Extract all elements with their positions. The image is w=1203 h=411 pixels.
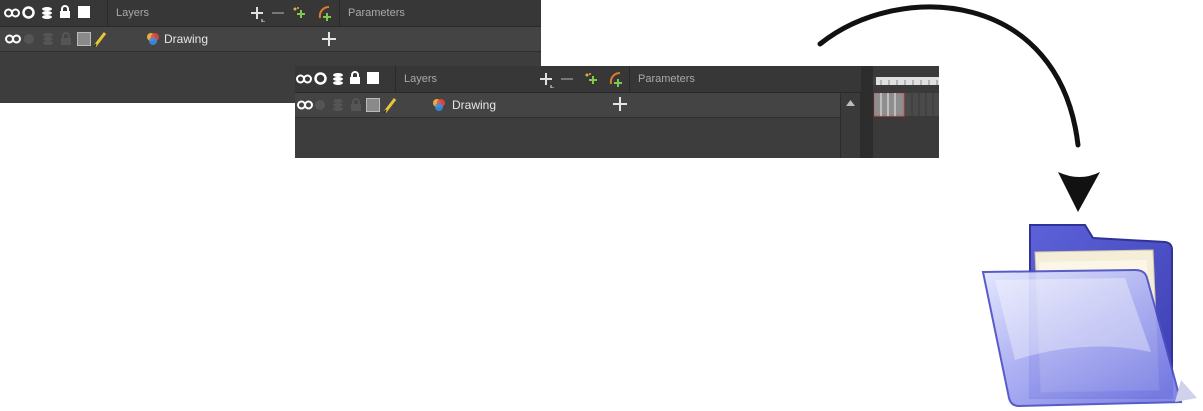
- onion-skin-icon[interactable]: [5, 33, 21, 45]
- layer-name: Drawing: [452, 98, 497, 112]
- parameters-label: Parameters: [348, 7, 405, 19]
- layer-row-drawing[interactable]: Drawing: [295, 93, 840, 118]
- lock-icon[interactable]: [59, 5, 71, 19]
- toolbar: Layers Parameters: [295, 66, 861, 93]
- add-peg-icon[interactable]: [292, 6, 306, 20]
- layer-row-drawing[interactable]: Drawing: [0, 27, 541, 52]
- solo-icon[interactable]: [23, 33, 35, 45]
- expand-plus-icon[interactable]: [612, 96, 628, 112]
- toolbar: Layers Parameters: [0, 0, 541, 27]
- color-swatch-icon[interactable]: [78, 6, 90, 18]
- layer-name: Drawing: [164, 32, 209, 46]
- curved-arrow-icon: [817, 4, 1100, 212]
- add-layer-icon[interactable]: [540, 72, 554, 88]
- remove-layer-icon[interactable]: [272, 11, 284, 15]
- onion-skin-icon[interactable]: [296, 73, 312, 85]
- lock-icon[interactable]: [350, 98, 362, 112]
- onion-skin-icon[interactable]: [297, 99, 313, 111]
- drawing-layer-icon: [147, 33, 159, 45]
- stack-icon[interactable]: [332, 72, 344, 86]
- solo-icon[interactable]: [314, 72, 327, 85]
- add-peg-icon[interactable]: [584, 72, 598, 86]
- onion-skin-icon[interactable]: [4, 7, 20, 19]
- stack-icon[interactable]: [41, 6, 53, 20]
- pencil-icon[interactable]: [93, 31, 107, 47]
- pencil-icon[interactable]: [383, 97, 397, 113]
- color-swatch-icon[interactable]: [366, 98, 380, 112]
- drawing-layer-icon: [433, 99, 445, 111]
- layers-label: Layers: [404, 73, 438, 85]
- lock-icon[interactable]: [60, 32, 72, 46]
- expand-plus-icon[interactable]: [321, 31, 337, 47]
- add-deformer-icon[interactable]: [608, 70, 624, 88]
- add-deformer-icon[interactable]: [317, 4, 333, 22]
- add-layer-icon[interactable]: [251, 6, 265, 22]
- remove-layer-icon[interactable]: [561, 77, 573, 81]
- color-swatch-icon[interactable]: [77, 32, 91, 46]
- color-swatch-icon[interactable]: [367, 72, 379, 84]
- stack-icon[interactable]: [42, 32, 54, 46]
- solo-icon[interactable]: [22, 6, 35, 19]
- lock-icon[interactable]: [349, 71, 361, 85]
- open-folder-icon: [981, 224, 1197, 408]
- layers-label: Layers: [116, 7, 150, 19]
- stack-icon[interactable]: [332, 98, 344, 112]
- solo-icon[interactable]: [314, 99, 326, 111]
- parameters-label: Parameters: [638, 73, 695, 85]
